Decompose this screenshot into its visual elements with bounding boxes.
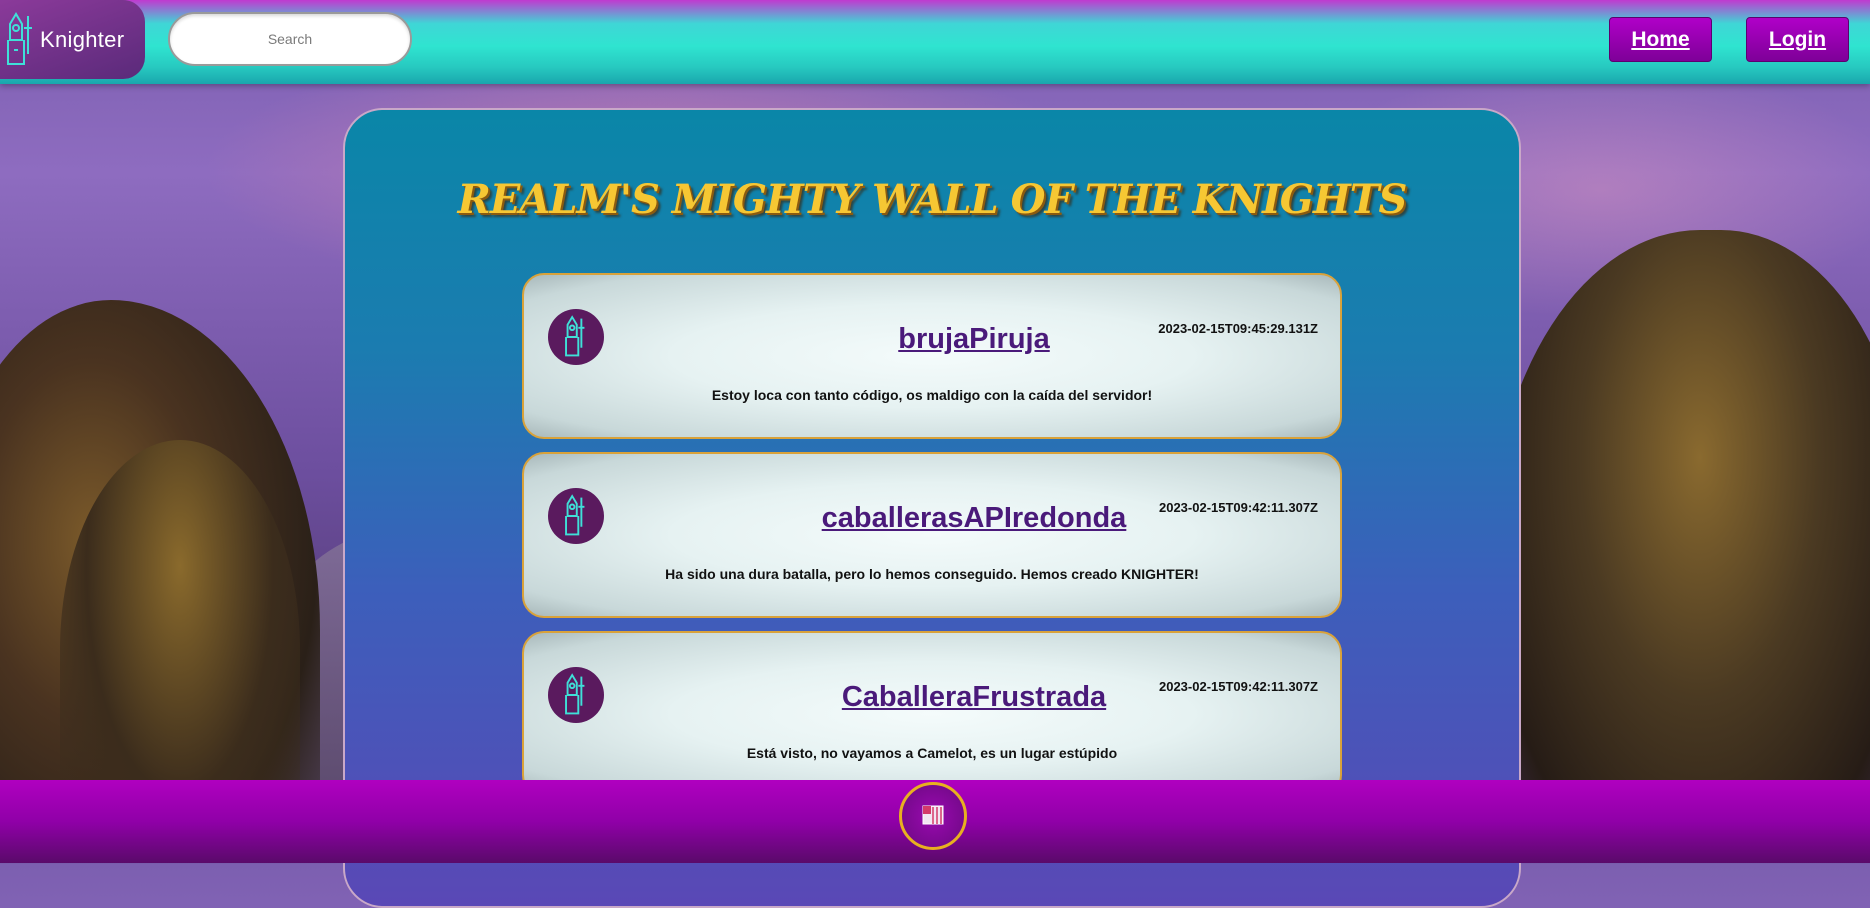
tree-right — [1490, 230, 1870, 863]
brand-name: Knighter — [40, 26, 125, 52]
login-button[interactable]: Login — [1746, 17, 1849, 62]
post-card: CaballeraFrustrada 2023-02-15T09:42:11.3… — [522, 631, 1342, 797]
post-message: Ha sido una dura batalla, pero lo hemos … — [665, 566, 1199, 582]
home-button[interactable]: Home — [1609, 17, 1712, 62]
page-title: REALM'S MIGHTY WALL OF THE KNIGHTS — [457, 176, 1408, 223]
shield-badge-icon — [922, 805, 944, 825]
post-date: 2023-02-15T09:42:11.307Z — [1158, 679, 1318, 694]
avatar[interactable] — [548, 667, 604, 723]
knight-icon — [565, 673, 585, 715]
post-date: 2023-02-15T09:42:11.307Z — [1158, 500, 1318, 515]
avatar[interactable] — [548, 309, 604, 365]
knight-icon — [7, 11, 32, 65]
brand-logo[interactable]: Knighter — [0, 0, 145, 79]
post-card: brujaPiruja 2023-02-15T09:45:29.131Z Est… — [522, 273, 1342, 439]
top-navbar: Knighter Home Login — [0, 0, 1870, 84]
post-date: 2023-02-15T09:45:29.131Z — [1158, 321, 1318, 336]
post-message: Está visto, no vayamos a Camelot, es un … — [746, 745, 1118, 761]
knight-icon — [565, 315, 585, 357]
post-message: Estoy loca con tanto código, os maldigo … — [711, 387, 1153, 403]
knight-icon — [565, 494, 585, 536]
footer-badge[interactable] — [899, 782, 967, 850]
post-card: caballerasAPIredonda 2023-02-15T09:42:11… — [522, 452, 1342, 618]
search-input[interactable] — [168, 12, 412, 66]
avatar[interactable] — [548, 488, 604, 544]
